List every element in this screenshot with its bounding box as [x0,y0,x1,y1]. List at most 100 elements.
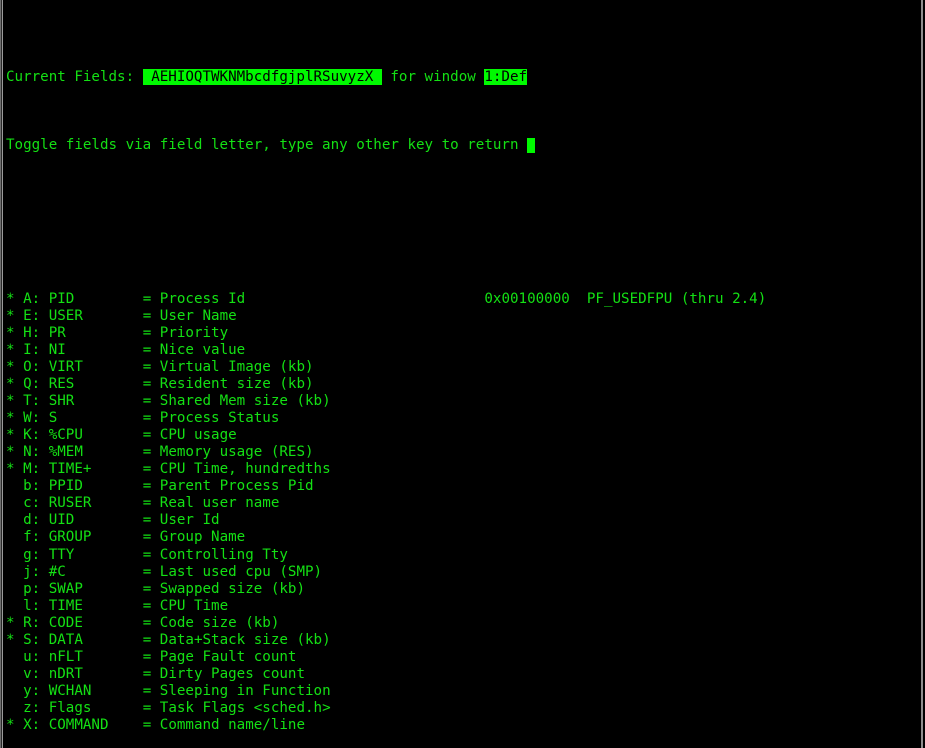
field-equals-sign: = [142,716,160,733]
field-description: User Name [159,307,237,324]
field-row[interactable]: * E: USER = User Name [6,308,919,325]
window-right-border [919,0,925,748]
field-key-letter[interactable]: I: [23,342,49,358]
field-key-letter[interactable]: H: [23,325,49,341]
field-key-letter[interactable]: R: [23,615,49,631]
field-key-letter[interactable]: y: [23,683,49,699]
field-key-letter[interactable]: X: [23,717,49,733]
field-enabled-marker: * [6,614,24,631]
field-row[interactable]: * I: NI = Nice value [6,342,919,359]
field-key-letter[interactable]: T: [23,393,49,409]
field-row[interactable]: b: PPID = Parent Process Pid [6,478,919,495]
field-row[interactable]: z: Flags = Task Flags <sched.h> [6,700,919,717]
field-key-letter[interactable]: M: [23,461,49,477]
field-enabled-marker [6,547,23,563]
field-row[interactable]: y: WCHAN = Sleeping in Function [6,683,919,700]
field-row[interactable]: * S: DATA = Data+Stack size (kb) [6,632,919,649]
field-key-letter[interactable]: l: [23,598,49,614]
field-key-letter[interactable]: O: [23,359,49,375]
field-description: CPU Time [159,597,229,614]
field-enabled-marker [6,700,23,716]
usedfpu-hex-value: 0x00100000 [484,290,587,307]
spacer-row [6,206,919,223]
field-row[interactable]: * W: S = Process Status [6,410,919,427]
field-name: TTY [48,546,143,563]
field-key-letter[interactable]: u: [23,649,49,665]
field-name: nDRT [48,665,143,682]
usedfpu-label: PF_USEDFPU (thru 2.4) [586,290,767,307]
field-enabled-marker [6,495,23,511]
field-row[interactable]: g: TTY = Controlling Tty [6,547,919,564]
field-equals-sign: = [142,597,160,614]
field-key-letter[interactable]: d: [23,512,49,528]
field-name: GROUP [48,529,143,546]
field-enabled-marker: * [6,358,24,375]
field-key-letter[interactable]: g: [23,547,49,563]
field-row[interactable]: * N: %MEM = Memory usage (RES) [6,444,919,461]
field-row[interactable]: d: UID = User Id [6,512,919,529]
field-name: %MEM [48,444,143,461]
field-name: PR [48,324,143,341]
field-key-letter[interactable]: v: [23,666,49,682]
field-equals-sign: = [142,614,160,631]
field-equals-sign: = [142,512,160,529]
field-key-letter[interactable]: z: [23,700,49,716]
field-row[interactable]: v: nDRT = Dirty Pages count [6,666,919,683]
field-enabled-marker [6,649,23,665]
field-key-letter[interactable]: b: [23,478,49,494]
field-enabled-marker: * [6,631,24,648]
field-key-letter[interactable]: j: [23,564,49,580]
field-enabled-marker [6,666,23,682]
field-key-letter[interactable]: E: [23,308,49,324]
window-name-value[interactable]: 1:Def [484,69,528,86]
field-description: Data+Stack size (kb) [159,631,331,648]
field-description: Process Status [159,410,280,427]
field-description: Page Fault count [159,648,297,665]
field-enabled-marker: * [6,410,24,427]
field-key-letter[interactable]: A: [23,291,49,307]
field-name: VIRT [48,358,143,375]
field-key-letter[interactable]: W: [23,410,49,426]
field-row[interactable]: * K: %CPU = CPU usage [6,427,919,444]
field-description: Nice value [159,341,246,358]
field-row[interactable]: u: nFLT = Page Fault count [6,649,919,666]
field-row[interactable]: l: TIME = CPU Time [6,598,919,615]
field-enabled-marker: * [6,307,24,324]
field-enabled-marker [6,581,23,597]
field-key-letter[interactable]: p: [23,581,49,597]
field-name: PPID [48,478,143,495]
field-equals-sign: = [142,665,160,682]
field-key-letter[interactable]: Q: [23,376,49,392]
field-row[interactable]: c: RUSER = Real user name [6,495,919,512]
field-equals-sign: = [142,427,160,444]
field-row[interactable]: j: #C = Last used cpu (SMP) [6,564,919,581]
field-key-letter[interactable]: c: [23,495,49,511]
field-equals-sign: = [142,461,160,478]
field-description: Priority [159,324,229,341]
field-enabled-marker: * [6,444,24,461]
field-row[interactable]: * T: SHR = Shared Mem size (kb) [6,393,919,410]
field-key-letter[interactable]: f: [23,529,49,545]
current-fields-value[interactable]: AEHIOQTWKNMbcdfgjplRSuvyzX [142,69,382,86]
field-row[interactable]: * R: CODE = Code size (kb) [6,615,919,632]
field-enabled-marker [6,512,23,528]
field-key-letter[interactable]: K: [23,427,49,443]
field-row[interactable]: p: SWAP = Swapped size (kb) [6,581,919,598]
field-equals-sign: = [142,495,160,512]
field-description: Process Id [159,290,246,307]
field-row[interactable]: * M: TIME+ = CPU Time, hundredths [6,461,919,478]
field-equals-sign: = [142,341,160,358]
field-key-letter[interactable]: N: [23,444,49,460]
field-equals-sign: = [142,648,160,665]
current-fields-line: Current Fields: AEHIOQTWKNMbcdfgjplRSuvy… [6,69,919,86]
field-name: WCHAN [48,682,143,699]
field-row[interactable]: f: GROUP = Group Name [6,529,919,546]
field-row[interactable]: * Q: RES = Resident size (kb) [6,376,919,393]
terminal-screen[interactable]: Current Fields: AEHIOQTWKNMbcdfgjplRSuvy… [3,0,919,748]
field-row[interactable]: * H: PR = Priority [6,325,919,342]
text-cursor [527,138,536,154]
field-key-letter[interactable]: S: [23,632,49,648]
field-row[interactable]: * X: COMMAND = Command name/line [6,717,919,734]
field-row[interactable]: * O: VIRT = Virtual Image (kb) [6,359,919,376]
field-row[interactable]: * A: PID = Process Id 0x00100000 PF_USED… [6,291,919,308]
